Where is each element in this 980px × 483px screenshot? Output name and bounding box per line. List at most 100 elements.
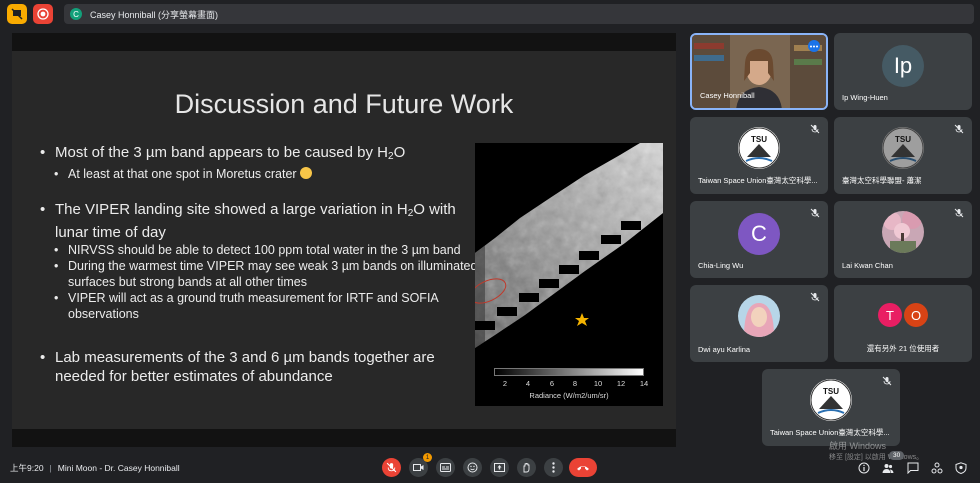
colorbar-label: Radiance (W/m2/um/sr)	[529, 391, 609, 400]
clock-time: 上午9:20	[10, 463, 44, 473]
mic-toggle-button[interactable]	[382, 458, 401, 477]
emoji-icon	[467, 462, 478, 473]
colorbar-tick: 4	[525, 379, 531, 388]
tsu-logo-text: TSU	[823, 387, 839, 396]
colorbar-tick: 2	[502, 379, 508, 388]
participant-tile-tsu-2[interactable]: TSU Taiwan Space Union臺灣太空科學...	[762, 369, 900, 446]
hand-icon	[523, 463, 530, 473]
chat-icon[interactable]	[907, 462, 919, 474]
top-bar: C Casey Honniball (分享螢幕畫面)	[0, 0, 980, 28]
present-screen-button[interactable]	[490, 458, 509, 477]
captions-icon	[440, 463, 451, 472]
participant-name: Chia-Ling Wu	[698, 261, 744, 270]
reactions-button[interactable]	[463, 458, 482, 477]
bullet-lab-measurements: Lab measurements of the 3 and 6 µm bands…	[40, 348, 480, 386]
camera-toggle-button[interactable]: 1	[409, 453, 432, 477]
participant-tile-chia-ling[interactable]: C Chia-Ling Wu	[690, 201, 828, 278]
mic-off-icon	[954, 124, 964, 134]
participant-name: Taiwan Space Union臺灣太空科學...	[698, 176, 818, 185]
bullet-h2o-band: Most of the 3 µm band appears to be caus…	[40, 143, 480, 166]
colorbar-tick: 10	[593, 379, 603, 388]
meeting-title: Mini Moon - Dr. Casey Honniball	[57, 463, 180, 473]
participant-tile-tsu[interactable]: TSU Taiwan Space Union臺灣太空科學...	[690, 117, 828, 194]
mic-off-icon	[810, 124, 820, 134]
present-icon	[494, 463, 505, 472]
bottom-control-bar: 上午9:20 | Mini Moon - Dr. Casey Honniball 1	[0, 452, 980, 483]
captions-button[interactable]	[436, 458, 455, 477]
watermark-line-1: 啟用 Windows	[829, 441, 887, 451]
raise-hand-button[interactable]	[517, 458, 536, 477]
sub-bullet-ground-truth: VIPER will act as a ground truth measure…	[40, 290, 480, 322]
mic-off-icon	[810, 208, 820, 218]
bullet-text-tail: O	[393, 144, 406, 161]
more-options-icon[interactable]	[808, 40, 820, 52]
more-participants-tile[interactable]: T O 還有另外 21 位使用者	[834, 285, 972, 362]
more-options-button[interactable]	[544, 458, 563, 477]
meeting-info: 上午9:20 | Mini Moon - Dr. Casey Honniball	[10, 463, 180, 473]
colorbar-tick: 12	[616, 379, 626, 388]
sub-bullet-text: At least at that one spot in Moretus cra…	[68, 167, 297, 181]
leave-call-button[interactable]	[569, 458, 597, 477]
mic-off-icon	[954, 208, 964, 218]
participant-name: Dwi ayu Karlina	[698, 345, 751, 354]
participant-name: Lai Kwan Chan	[842, 261, 893, 270]
profile-photo-avatar	[738, 295, 780, 337]
more-vert-icon	[552, 462, 555, 473]
mic-off-icon	[386, 462, 397, 473]
participant-avatar: C	[738, 213, 780, 255]
end-call-icon	[577, 466, 589, 471]
participant-avatar: Ip	[882, 45, 924, 87]
slide-title: Discussion and Future Work	[174, 89, 514, 119]
radiance-map-figure: 2 4 6 8 10 12 14 Radiance (W/m2/um/sr)	[475, 143, 663, 406]
people-icon[interactable]	[882, 462, 894, 474]
activities-icon[interactable]	[931, 462, 943, 474]
tsu-logo-icon: TSU	[738, 127, 780, 169]
mic-off-icon	[810, 292, 820, 302]
tsu-logo-text: TSU	[751, 135, 767, 144]
participant-tile-casey[interactable]: Casey Honniball	[690, 33, 828, 110]
stage-letterbox-bottom	[12, 429, 676, 447]
bullet-viper-variation: The VIPER landing site showed a large va…	[40, 200, 480, 242]
participant-name: 臺灣太空科學聯盟- 蕭潔	[842, 176, 922, 185]
sub-bullet-nirvss: NIRVSS should be able to detect 100 ppm …	[40, 242, 480, 258]
presenter-label: Casey Honniball (分享螢幕畫面)	[90, 9, 219, 20]
participant-avatar-t: T	[878, 303, 902, 327]
notification-badge: 1	[423, 453, 432, 462]
participant-count-badge: 30	[889, 451, 905, 460]
grin-emoji-icon	[300, 167, 313, 179]
radiance-map-image	[475, 143, 663, 363]
participant-tile-lai-kwan[interactable]: Lai Kwan Chan	[834, 201, 972, 278]
participant-tile-tsu-xiao[interactable]: TSU 臺灣太空科學聯盟- 蕭潔	[834, 117, 972, 194]
slide-bullets: Most of the 3 µm band appears to be caus…	[40, 143, 480, 386]
camera-icon	[413, 464, 424, 471]
participant-avatar-o: O	[904, 303, 928, 327]
participant-tile-dwi-ayu[interactable]: Dwi ayu Karlina	[690, 285, 828, 362]
stage-letterbox-top	[12, 33, 676, 51]
tsu-logo-icon: TSU	[810, 379, 852, 421]
hand-raise-notification-icon[interactable]	[7, 4, 27, 24]
colorbar-tick: 8	[572, 379, 578, 388]
tsu-logo-text: TSU	[895, 135, 911, 144]
cherry-blossom-avatar	[882, 211, 924, 253]
colorbar	[494, 368, 644, 376]
colorbar-tick: 6	[549, 379, 555, 388]
presenter-chip[interactable]: C Casey Honniball (分享螢幕畫面)	[64, 4, 974, 24]
sub-bullet-warmest-time: During the warmest time VIPER may see we…	[40, 258, 480, 290]
participant-tile-ip[interactable]: Ip Ip Wing-Huen	[834, 33, 972, 110]
slide: Discussion and Future Work Most of the 3…	[12, 51, 676, 429]
presentation-stage: Discussion and Future Work Most of the 3…	[12, 33, 676, 447]
colorbar-tick: 14	[639, 379, 649, 388]
participant-name: Casey Honniball	[700, 91, 755, 100]
tsu-logo-icon: TSU	[882, 127, 924, 169]
colorbar-ticks: 2 4 6 8 10 12 14	[494, 379, 648, 389]
presenter-avatar: C	[70, 8, 82, 20]
meeting-details-icon[interactable]	[858, 462, 870, 474]
recording-icon[interactable]	[33, 4, 53, 24]
host-controls-icon[interactable]	[955, 462, 967, 474]
bullet-text: The VIPER landing site showed a large va…	[55, 201, 408, 218]
sub-bullet-moretus: At least at that one spot in Moretus cra…	[40, 166, 480, 182]
participant-name: Ip Wing-Huen	[842, 93, 888, 102]
participant-name: Taiwan Space Union臺灣太空科學...	[770, 428, 890, 437]
mic-off-icon	[882, 376, 892, 386]
bullet-text: Most of the 3 µm band appears to be caus…	[55, 144, 389, 161]
